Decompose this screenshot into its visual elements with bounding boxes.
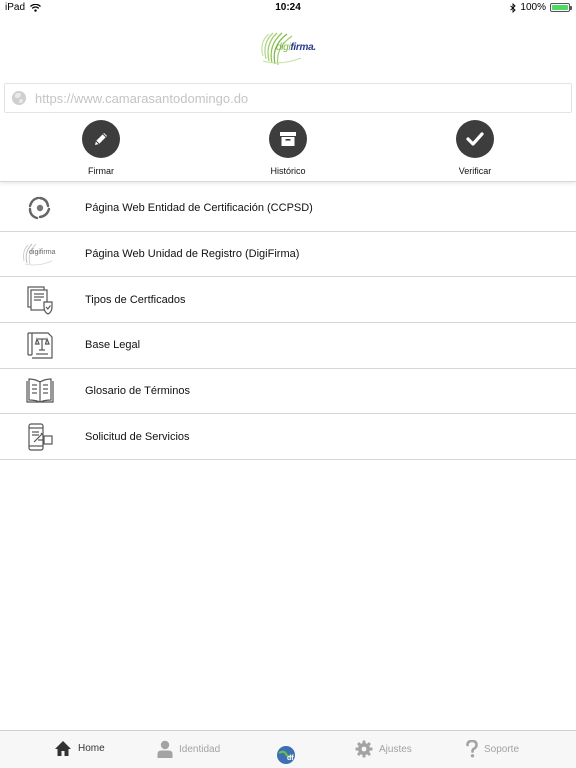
status-bar: iPad 10:24 100% xyxy=(0,0,576,16)
tab-home-label: Home xyxy=(78,743,105,754)
person-icon xyxy=(157,740,173,758)
tab-settings-label: Ajustes xyxy=(379,743,412,755)
list-item-service-request[interactable]: Solicitud de Servicios xyxy=(0,414,576,461)
service-request-icon xyxy=(20,419,60,455)
list-item-label: Página Web Entidad de Certificación (CCP… xyxy=(85,202,313,215)
list-item-ccpsd-website[interactable]: Página Web Entidad de Certificación (CCP… xyxy=(0,186,576,232)
tab-settings[interactable]: Ajustes xyxy=(355,740,412,758)
app-globe-logo-icon: df xyxy=(277,746,295,764)
tab-support-label: Soporte xyxy=(484,743,520,755)
status-right: 100% xyxy=(510,2,572,13)
gear-icon xyxy=(355,740,373,758)
digifirma-logo-icon-text: digifirma xyxy=(29,249,56,257)
question-mark-icon xyxy=(466,740,478,758)
digifirma-logo: digifirma. xyxy=(255,28,325,68)
tab-support[interactable]: Soporte xyxy=(466,740,519,758)
link-list: Página Web Entidad de Certificación (CCP… xyxy=(0,186,576,461)
sign-button-circle[interactable] xyxy=(82,120,120,158)
list-item-glossary[interactable]: Glosario de Términos xyxy=(0,369,576,415)
house-icon xyxy=(55,741,71,756)
logo-text-digi: digi xyxy=(276,42,291,53)
history-button-circle[interactable] xyxy=(269,120,307,158)
url-input[interactable] xyxy=(35,90,555,106)
verify-button[interactable]: Verificar xyxy=(430,120,520,176)
history-button-label: Histórico xyxy=(270,166,306,176)
battery-icon xyxy=(550,3,572,12)
open-book-icon xyxy=(20,373,60,409)
history-button[interactable]: Histórico xyxy=(243,120,333,176)
url-bar[interactable] xyxy=(4,83,572,113)
list-item-certificate-types[interactable]: Tipos de Certficados xyxy=(0,277,576,324)
tab-app-logo[interactable]: df xyxy=(276,745,296,765)
svg-text:df: df xyxy=(287,755,294,762)
tab-home[interactable]: Home xyxy=(54,740,105,757)
list-item-label: Solicitud de Servicios xyxy=(85,430,190,443)
pencil-icon xyxy=(95,133,107,145)
list-item-label: Base Legal xyxy=(85,339,141,352)
battery-percent: 100% xyxy=(520,2,546,13)
archive-box-icon xyxy=(280,132,296,146)
list-item-label: Glosario de Términos xyxy=(85,385,190,398)
list-item-label: Página Web Unidad de Registro (DigiFirma… xyxy=(85,248,300,261)
logo-text: digifirma. xyxy=(276,42,316,53)
verify-button-label: Verificar xyxy=(458,166,492,176)
legal-document-icon xyxy=(20,327,60,363)
list-item-label: Tipos de Certficados xyxy=(85,293,186,306)
tab-bar: Home Identidad df Ajustes Soporte xyxy=(0,730,576,768)
status-time: 10:24 xyxy=(275,2,301,13)
tab-identity-label: Identidad xyxy=(179,743,221,755)
tab-identity[interactable]: Identidad xyxy=(157,740,220,758)
verify-button-circle[interactable] xyxy=(456,120,494,158)
certificate-icon xyxy=(20,282,60,318)
action-bar: Firmar Histórico Verificar xyxy=(0,120,576,182)
battery-level xyxy=(552,5,568,10)
ccpsd-logo-icon xyxy=(20,190,60,226)
list-item-digifirma-website[interactable]: digifirma Página Web Unidad de Registro … xyxy=(0,232,576,278)
bluetooth-icon xyxy=(510,2,517,13)
sign-button-label: Firmar xyxy=(88,166,114,176)
list-item-legal-base[interactable]: Base Legal xyxy=(0,323,576,369)
digifirma-logo-icon: digifirma xyxy=(20,236,60,272)
sign-button[interactable]: Firmar xyxy=(56,120,146,176)
logo-text-firma: firma. xyxy=(290,42,316,53)
checkmark-icon xyxy=(466,132,484,146)
globe-icon xyxy=(12,91,26,105)
